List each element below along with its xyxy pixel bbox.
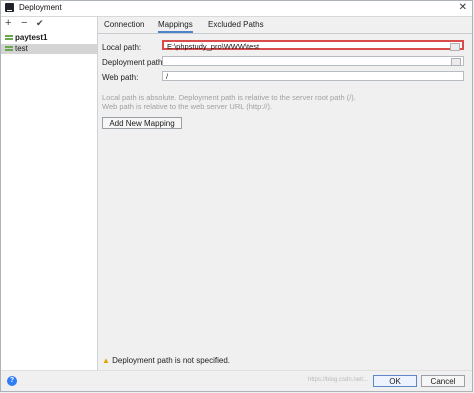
server-icon xyxy=(5,35,13,40)
set-default-button[interactable]: ✔ xyxy=(36,17,44,29)
add-server-button[interactable]: + xyxy=(5,17,11,29)
dialog-footer: ? https://blog.csdn.net/... OK Cancel xyxy=(1,370,472,391)
app-icon xyxy=(5,3,14,12)
folder-icon[interactable] xyxy=(451,58,461,66)
help-text-web: Web path is relative to the web server U… xyxy=(102,102,273,111)
server-icon xyxy=(5,46,13,51)
tab-connection[interactable]: Connection xyxy=(104,20,144,29)
server-item-test[interactable]: test xyxy=(1,44,97,54)
close-icon[interactable]: ✕ xyxy=(459,2,467,13)
local-path-input[interactable]: E:\phpstudy_pro\WWW\test xyxy=(162,40,464,51)
server-list-pane: + − ✔ paytest1 test xyxy=(1,17,98,371)
web-path-input[interactable]: / xyxy=(162,71,464,81)
warning-text: Deployment path is not specified. xyxy=(112,356,230,365)
validation-warning: ▲ Deployment path is not specified. xyxy=(102,356,230,365)
add-new-mapping-button[interactable]: Add New Mapping xyxy=(102,117,182,129)
window-title: Deployment xyxy=(19,3,62,12)
server-settings-pane: Connection Mappings Excluded Paths Local… xyxy=(98,17,472,371)
deployment-path-input[interactable] xyxy=(162,56,464,66)
web-path-value: / xyxy=(166,72,169,81)
title-bar: Deployment ✕ xyxy=(1,1,472,17)
deployment-path-label: Deployment path: xyxy=(102,58,165,67)
help-text-local: Local path is absolute. Deployment path … xyxy=(102,93,356,102)
warning-icon: ▲ xyxy=(102,356,110,365)
server-item-paytest1[interactable]: paytest1 xyxy=(1,33,97,43)
cancel-button[interactable]: Cancel xyxy=(421,375,465,387)
local-path-value: E:\phpstudy_pro\WWW\test xyxy=(167,42,260,51)
remove-server-button[interactable]: − xyxy=(21,17,27,29)
tab-mappings[interactable]: Mappings xyxy=(158,20,193,33)
local-path-label: Local path: xyxy=(102,43,142,52)
ok-button[interactable]: OK xyxy=(373,375,417,387)
server-toolbar: + − ✔ xyxy=(1,17,97,31)
tab-excluded-paths[interactable]: Excluded Paths xyxy=(208,20,264,29)
mappings-form: Local path: E:\phpstudy_pro\WWW\test Dep… xyxy=(98,34,472,371)
help-icon[interactable]: ? xyxy=(7,376,17,386)
folder-icon[interactable] xyxy=(450,43,460,51)
deployment-dialog: Deployment ✕ + − ✔ paytest1 test Connect… xyxy=(0,0,473,392)
server-label: paytest1 xyxy=(15,33,48,42)
watermark: https://blog.csdn.net/... xyxy=(308,377,369,383)
settings-tabs: Connection Mappings Excluded Paths xyxy=(98,17,472,34)
web-path-label: Web path: xyxy=(102,73,139,82)
server-label: test xyxy=(15,44,28,53)
